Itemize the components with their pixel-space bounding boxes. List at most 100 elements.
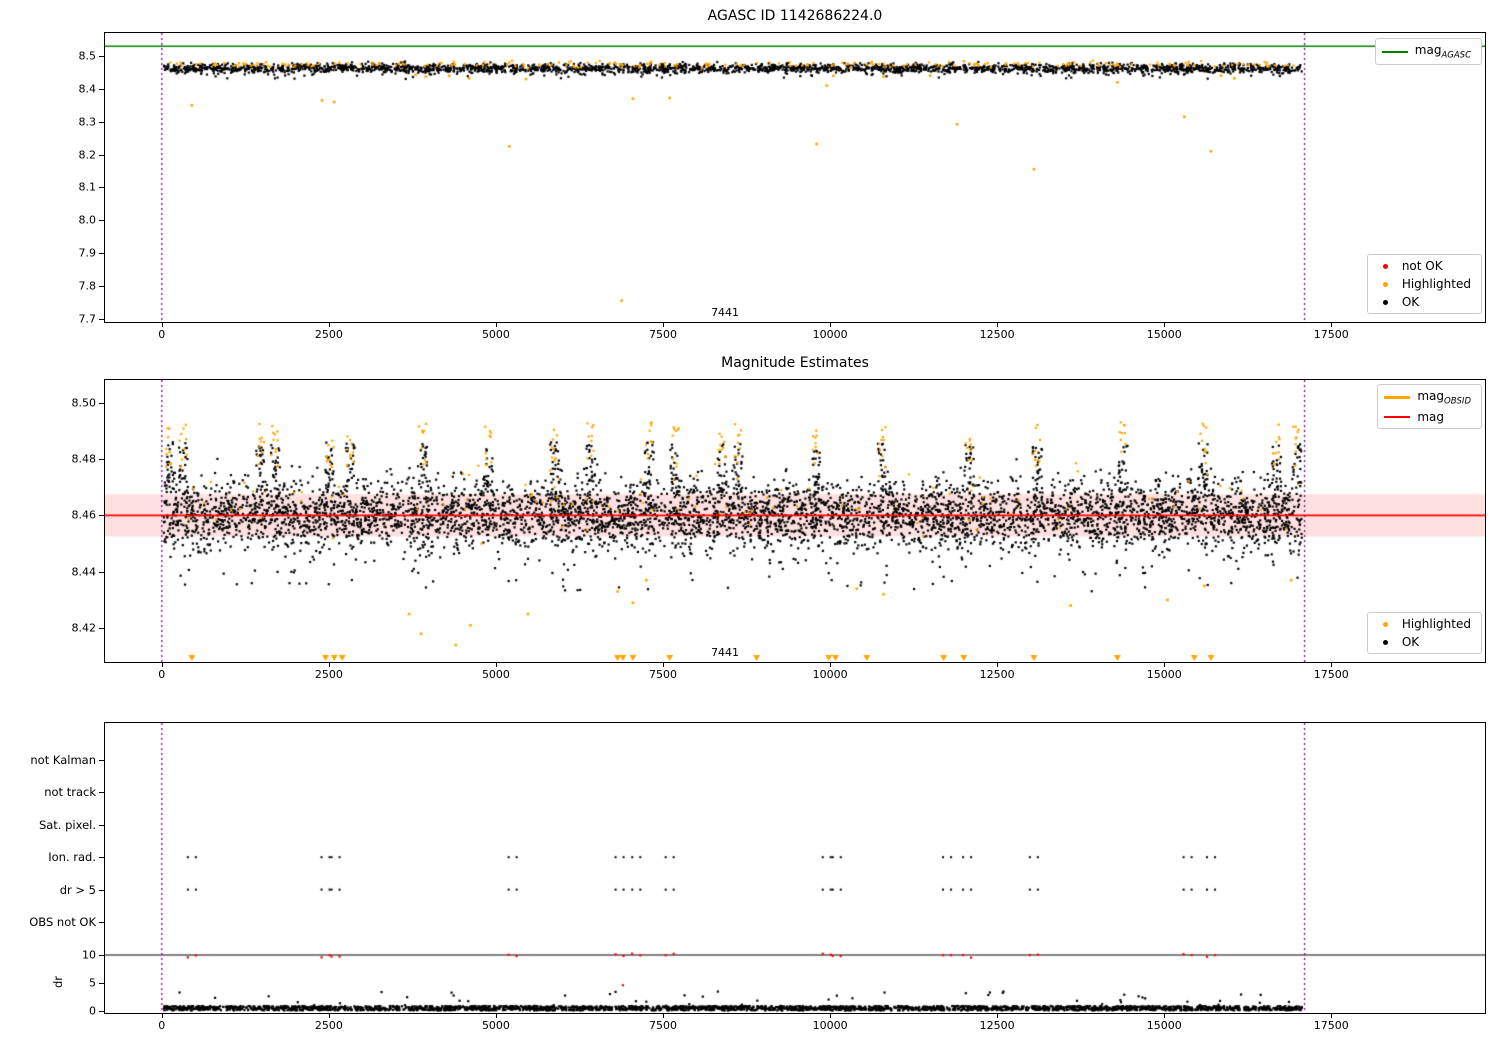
- y-tick-label: 8.1: [78, 180, 97, 194]
- plot1-annotation: 7441: [711, 306, 740, 319]
- legend-line-swatch: [1384, 396, 1411, 400]
- y-tick-mark: [99, 889, 104, 891]
- x-tick-label: 5000: [481, 668, 510, 681]
- y-tick-mark: [99, 318, 104, 320]
- legend-label: magOBSID: [1417, 389, 1471, 407]
- plot2-line-legend: magOBSID mag: [1377, 384, 1482, 430]
- x-tick-mark: [830, 1014, 832, 1018]
- y-tick-mark: [99, 121, 104, 123]
- legend-label: OK: [1401, 635, 1420, 649]
- y-tick-mark: [99, 571, 104, 573]
- x-tick-label: 17500: [1313, 668, 1349, 681]
- y-tick-label: 8.42: [71, 621, 97, 635]
- category-label-4: dr > 5: [59, 882, 96, 897]
- y-tick-label: 7.9: [78, 246, 97, 260]
- x-tick-label: 15000: [1146, 1019, 1182, 1032]
- y-tick-mark: [99, 628, 104, 630]
- legend-dot-swatch: [1382, 263, 1388, 269]
- y-tick-label: 8.46: [71, 508, 97, 522]
- x-tick-mark: [663, 323, 664, 327]
- plot1-canvas: [105, 33, 1485, 322]
- x-tick-label: 5000: [481, 328, 510, 341]
- x-tick-label: 10000: [812, 1019, 848, 1032]
- figure: AGASC ID 1142686224.0 7441 magAGASC not O…: [0, 0, 1500, 1050]
- x-tick-mark: [830, 323, 832, 327]
- legend-dot-swatch: [1382, 621, 1388, 627]
- y-tick-label: 8.44: [71, 565, 97, 579]
- x-tick-mark: [495, 663, 497, 667]
- dr-axis-label: dr: [51, 975, 66, 989]
- x-tick-label: 2500: [314, 1019, 343, 1032]
- legend-dot-swatch: [1382, 281, 1388, 287]
- legend-label: not OK: [1401, 259, 1443, 273]
- y-tick-mark: [99, 792, 104, 794]
- x-tick-mark: [830, 663, 832, 667]
- plot2-canvas: [105, 380, 1485, 662]
- legend-entry: OK: [1374, 295, 1471, 309]
- y-tick-mark: [99, 285, 104, 287]
- y-tick-mark: [99, 253, 104, 255]
- x-tick-label: 7500: [649, 668, 677, 681]
- category-label-0: not Kalman: [30, 753, 96, 767]
- x-tick-label: 15000: [1146, 668, 1182, 681]
- x-tick-mark: [1331, 663, 1333, 667]
- x-tick-label: 2500: [314, 328, 343, 341]
- y-tick-mark: [99, 983, 104, 984]
- x-tick-label: 17500: [1313, 1019, 1349, 1032]
- plot2-title: Magnitude Estimates: [721, 355, 869, 371]
- x-tick-mark: [328, 323, 330, 327]
- legend-label: mag: [1417, 410, 1445, 425]
- legend-entry: mag: [1384, 410, 1471, 424]
- plot1-line-legend: magAGASC: [1374, 38, 1482, 66]
- dr-tick-label: 10: [82, 948, 96, 962]
- x-tick-mark: [161, 1014, 163, 1018]
- x-tick-mark: [1164, 323, 1166, 327]
- y-tick-label: 8.50: [71, 396, 97, 410]
- y-tick-label: 8.48: [71, 452, 97, 466]
- x-tick-label: 0: [158, 328, 166, 341]
- y-tick-label: 8.4: [78, 82, 97, 96]
- x-tick-label: 10000: [812, 328, 848, 341]
- x-tick-mark: [997, 323, 999, 327]
- x-tick-mark: [161, 323, 163, 327]
- x-tick-label: 15000: [1146, 328, 1182, 341]
- x-tick-mark: [495, 1014, 497, 1018]
- x-tick-mark: [1164, 1014, 1166, 1018]
- legend-entry: magOBSID: [1384, 389, 1471, 406]
- legend-entry: Highlighted: [1374, 617, 1471, 631]
- legend-dot-swatch: [1382, 639, 1388, 645]
- x-tick-mark: [997, 663, 999, 667]
- y-tick-mark: [99, 515, 104, 517]
- x-tick-mark: [663, 1014, 664, 1018]
- x-tick-mark: [495, 323, 497, 327]
- y-tick-label: 8.0: [78, 213, 97, 227]
- y-tick-mark: [99, 857, 104, 859]
- x-tick-mark: [328, 1014, 330, 1018]
- dr-tick-label: 5: [89, 976, 96, 990]
- y-tick-mark: [99, 402, 104, 404]
- x-tick-label: 0: [158, 668, 166, 681]
- x-tick-mark: [1164, 663, 1166, 667]
- x-tick-label: 7500: [649, 328, 677, 341]
- plot1-marker-legend: not OK Highlighted OK: [1366, 254, 1482, 314]
- y-tick-label: 8.3: [78, 115, 97, 129]
- y-tick-label: 8.2: [78, 148, 97, 161]
- plot3-axes: [104, 722, 1486, 1014]
- y-tick-mark: [99, 88, 104, 90]
- legend-label: Highlighted: [1401, 617, 1471, 631]
- y-tick-mark: [99, 824, 104, 826]
- x-tick-label: 12500: [979, 668, 1015, 681]
- x-tick-label: 2500: [314, 668, 343, 681]
- dr-tick-label: 0: [89, 1004, 96, 1018]
- x-tick-mark: [1331, 323, 1333, 327]
- legend-label: OK: [1401, 295, 1420, 309]
- y-tick-mark: [99, 154, 104, 156]
- legend-dot-swatch: [1382, 299, 1388, 305]
- plot2-marker-legend: Highlighted OK: [1366, 612, 1482, 654]
- legend-entry: magAGASC: [1381, 43, 1471, 60]
- y-tick-mark: [99, 955, 104, 956]
- y-tick-mark: [99, 458, 104, 460]
- y-tick-label: 7.8: [78, 279, 97, 293]
- y-tick-mark: [99, 187, 104, 189]
- x-tick-mark: [161, 663, 163, 667]
